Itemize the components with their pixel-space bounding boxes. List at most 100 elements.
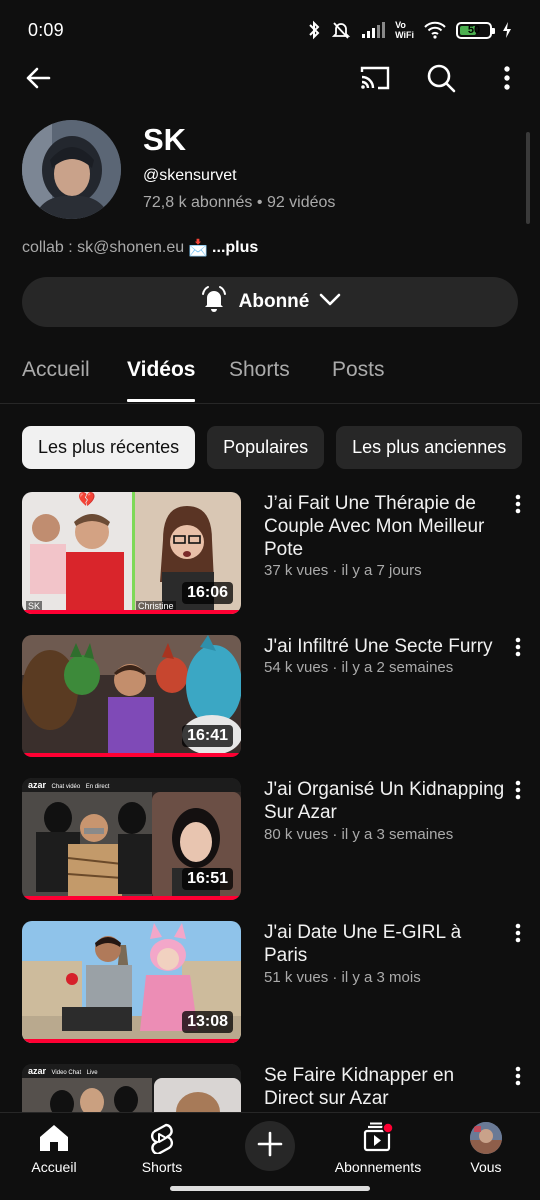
video-duration: 13:08 [182, 1011, 233, 1033]
nav-you[interactable]: Vous [436, 1121, 536, 1175]
thumb-sublabel: Live [86, 1070, 98, 1076]
video-meta: 37 k vues · il y a 7 jours [264, 562, 422, 579]
cast-button[interactable] [353, 58, 397, 102]
active-tab-underline [127, 399, 195, 402]
azar-logo-text: azar [28, 1066, 47, 1076]
chip-recent[interactable]: Les plus récentes [22, 426, 196, 469]
more-vertical-icon [515, 637, 521, 662]
video-title[interactable]: J'ai Date Une E-GIRL à Paris [264, 921, 506, 967]
thumb-sublabel: En direct [85, 784, 110, 790]
video-thumbnail[interactable]: 16:41 [22, 635, 241, 757]
video-list: 💔 SK Christine 16:06 J’ai Fait Une Théra… [0, 492, 540, 1112]
video-title[interactable]: Se Faire Kidnapper en Direct sur Azar [264, 1064, 506, 1110]
wifi-icon [424, 21, 446, 39]
video-item[interactable]: azar Chat vidéo En direct 16:51 J'ai Org… [0, 778, 540, 902]
channel-handle: @skensurvet [143, 167, 237, 184]
stats-separator: • [256, 194, 263, 211]
video-title[interactable]: J'ai Infiltré Une Secte Furry [264, 635, 506, 658]
channel-header: SK @skensurvet 72,8 k abonnés • 92 vidéo… [22, 120, 522, 220]
nav-label: Abonnements [334, 1159, 422, 1175]
tab-posts[interactable]: Posts [332, 358, 385, 382]
chip-oldest[interactable]: Les plus anciennes [336, 426, 523, 469]
channel-tabs: Accueil Vidéos Shorts Posts [0, 350, 540, 404]
more-vertical-icon [503, 65, 511, 96]
video-title[interactable]: J’ai Fait Une Thérapie de Couple Avec Mo… [264, 492, 506, 561]
video-meta: 51 k vues · il y a 3 mois [264, 969, 421, 986]
watch-progress-bar [22, 896, 241, 900]
video-item[interactable]: 💔 SK Christine 16:06 J’ai Fait Une Théra… [0, 492, 540, 616]
chevron-down-icon [319, 291, 341, 313]
video-menu-button[interactable] [506, 494, 530, 518]
subscriber-count: 72,8 k abonnés [143, 194, 253, 211]
top-bar [0, 58, 540, 102]
more-vertical-icon [515, 923, 521, 948]
chip-popular[interactable]: Populaires [207, 426, 325, 469]
video-title[interactable]: J'ai Organisé Un Kidnapping Sur Azar [264, 778, 506, 824]
search-icon [426, 63, 456, 98]
description-more-link[interactable]: ...plus [212, 239, 258, 257]
tab-shorts[interactable]: Shorts [229, 358, 290, 382]
home-indicator[interactable] [170, 1186, 370, 1191]
video-menu-button[interactable] [506, 1066, 530, 1090]
subscribed-button[interactable]: Abonné [22, 277, 518, 327]
muted-bell-icon [331, 20, 351, 40]
video-thumbnail[interactable]: 13:08 [22, 921, 241, 1043]
channel-description[interactable]: collab : sk@shonen.eu 📩 ...plus [22, 238, 258, 258]
thumb-label: azar Video Chat Live [28, 1066, 98, 1076]
nav-home[interactable]: Accueil [4, 1121, 104, 1175]
watch-progress-bar [22, 1039, 241, 1043]
video-meta: 80 k vues · il y a 3 semaines [264, 826, 454, 843]
description-text: collab : sk@shonen.eu [22, 239, 185, 256]
more-vertical-icon [515, 780, 521, 805]
vowifi-top: Vo [395, 20, 406, 30]
back-button[interactable] [16, 58, 60, 102]
video-count: 92 vidéos [266, 194, 336, 211]
nav-shorts[interactable]: Shorts [112, 1121, 212, 1175]
nav-label: Vous [470, 1159, 502, 1175]
thumb-label: azar Chat vidéo En direct [28, 780, 109, 790]
svg-text:💔: 💔 [78, 492, 96, 507]
avatar [436, 1121, 536, 1155]
status-icons: Vo WiFi 50 [307, 20, 512, 40]
video-menu-button[interactable] [506, 780, 530, 804]
tab-accueil[interactable]: Accueil [22, 358, 90, 382]
home-icon [4, 1121, 104, 1155]
create-button[interactable] [245, 1121, 295, 1171]
video-menu-button[interactable] [506, 923, 530, 947]
video-item[interactable]: 16:41 J'ai Infiltré Une Secte Furry 54 k… [0, 635, 540, 759]
vowifi-bottom: WiFi [395, 30, 414, 40]
watch-progress-bar [22, 610, 241, 614]
video-thumbnail[interactable]: 💔 SK Christine 16:06 [22, 492, 241, 614]
channel-avatar[interactable] [22, 120, 121, 219]
more-vertical-icon [515, 494, 521, 519]
more-vertical-icon [515, 1066, 521, 1091]
thumb-sublabel: Video Chat [51, 1070, 82, 1076]
envelope-icon: 📩 [188, 240, 209, 257]
search-button[interactable] [419, 58, 463, 102]
video-duration: 16:51 [182, 868, 233, 890]
bell-icon [199, 284, 229, 320]
nav-subscriptions[interactable]: Abonnements [328, 1121, 428, 1175]
thumb-sublabel: Chat vidéo [51, 784, 81, 790]
tab-videos[interactable]: Vidéos [127, 358, 195, 382]
nav-label: Shorts [141, 1159, 183, 1175]
battery-level: 50 [467, 24, 481, 36]
scroll-indicator [526, 132, 530, 224]
video-duration: 16:06 [182, 582, 233, 604]
video-item[interactable]: 13:08 J'ai Date Une E-GIRL à Paris 51 k … [0, 921, 540, 1045]
video-menu-button[interactable] [506, 637, 530, 661]
more-button[interactable] [485, 58, 529, 102]
nav-label: Accueil [31, 1159, 77, 1175]
video-thumbnail[interactable]: azar Video Chat Live [22, 1064, 241, 1112]
video-item[interactable]: azar Video Chat Live Se Faire Kidnapper … [0, 1064, 540, 1112]
azar-logo-text: azar [28, 780, 47, 790]
channel-name: SK [143, 122, 187, 157]
charging-icon [502, 21, 512, 39]
video-meta: 54 k vues · il y a 2 semaines [264, 659, 454, 676]
sort-chips: Les plus récentes Populaires Les plus an… [22, 426, 523, 470]
plus-icon [257, 1131, 283, 1162]
battery-icon: 50 [456, 21, 495, 39]
signal-icon [361, 21, 386, 39]
cast-icon [359, 64, 391, 97]
video-thumbnail[interactable]: azar Chat vidéo En direct 16:51 [22, 778, 241, 900]
